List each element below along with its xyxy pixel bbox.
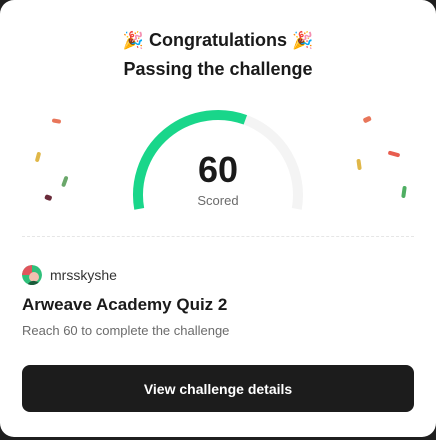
author-name: mrsskyshe — [50, 267, 117, 283]
party-popper-icon: 🎉 — [292, 31, 314, 50]
view-challenge-details-button[interactable]: View challenge details — [22, 365, 414, 412]
confetti-piece — [363, 116, 372, 123]
challenge-result-card: 🎉 Congratulations 🎉 Passing the challeng… — [0, 0, 436, 437]
challenge-author[interactable]: mrsskyshe — [22, 265, 117, 285]
page-subtitle: Passing the challenge — [123, 59, 313, 79]
score-label: Scored — [197, 193, 239, 208]
party-popper-icon: 🎉 — [122, 31, 144, 50]
congratulations-title: Congratulations — [149, 30, 287, 50]
challenge-description: Reach 60 to complete the challenge — [22, 323, 230, 338]
divider — [22, 236, 414, 237]
challenge-title: Arweave Academy Quiz 2 — [22, 295, 228, 314]
avatar — [22, 265, 42, 285]
title-line: 🎉 Congratulations 🎉 — [0, 27, 436, 54]
score-value: 60 — [197, 149, 239, 190]
confetti-piece — [52, 118, 61, 124]
